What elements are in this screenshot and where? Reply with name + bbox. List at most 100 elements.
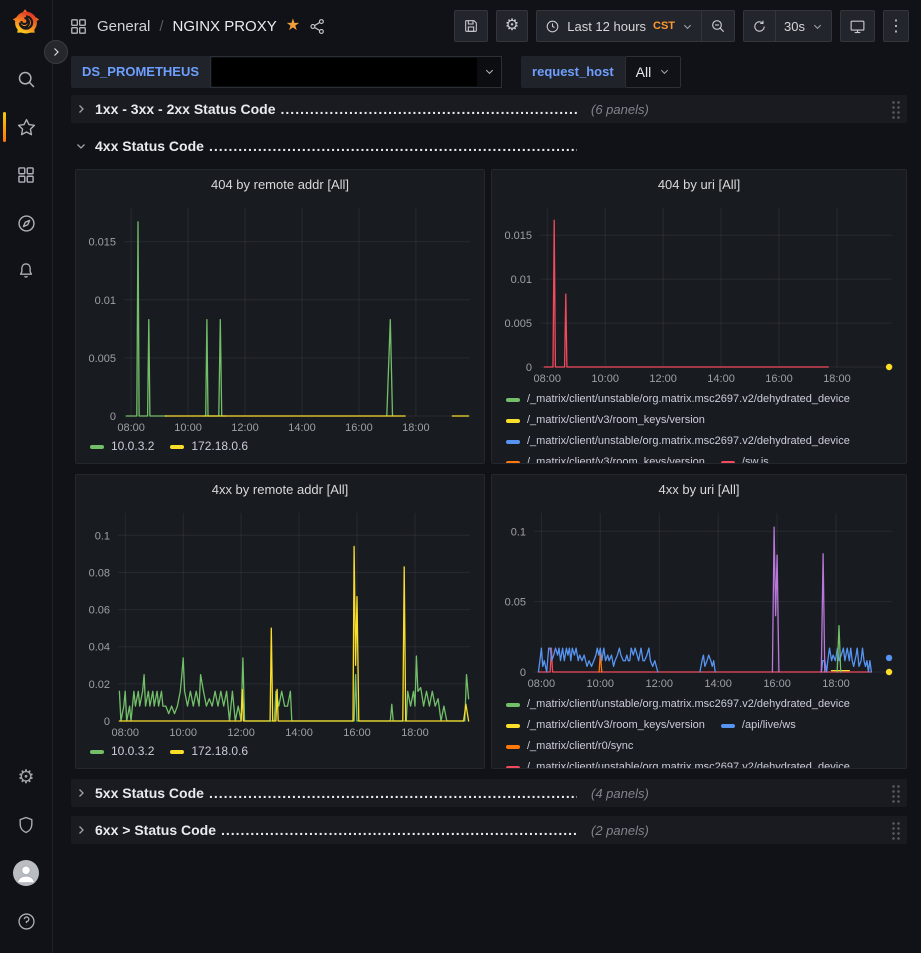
row-title: 4xx Status Code <box>95 138 204 154</box>
request-host-select[interactable]: All <box>625 56 682 88</box>
ds-prometheus-select[interactable] <box>210 56 502 88</box>
legend-item[interactable]: /_matrix/client/unstable/org.matrix.msc2… <box>506 389 850 410</box>
sidebar-item-starred[interactable] <box>0 103 52 151</box>
top-navbar: General / NGINX PROXY ★ ⚙ <box>53 0 921 52</box>
variable-label: DS_PROMETHEUS <box>71 56 210 88</box>
sidebar-item-help[interactable] <box>0 897 52 945</box>
sidebar-item-server-admin[interactable] <box>0 801 52 849</box>
chevron-right-icon <box>75 787 87 799</box>
legend-series-label: /api/live/ws <box>742 715 796 736</box>
avatar <box>13 860 39 886</box>
sidebar-item-profile[interactable] <box>0 849 52 897</box>
chart-area[interactable]: 08:0010:0012:0014:0016:0018:0000.0050.01… <box>76 198 484 436</box>
svg-text:10:00: 10:00 <box>587 678 615 690</box>
grafana-logo[interactable] <box>12 9 40 37</box>
legend-item[interactable]: /_matrix/client/unstable/org.matrix.msc2… <box>506 694 850 715</box>
gear-icon: ⚙ <box>17 768 34 787</box>
legend-series-label: /sw.js <box>742 452 769 463</box>
row-panel-count: (2 panels) <box>591 823 649 838</box>
row-4xx[interactable]: 4xx Status Code ........................… <box>71 132 907 160</box>
time-range-picker[interactable]: Last 12 hours CST <box>536 10 702 42</box>
row-drag-handle[interactable] <box>891 100 901 119</box>
svg-text:0.06: 0.06 <box>89 605 110 617</box>
legend-item[interactable]: /_matrix/client/v3/room_keys/version <box>506 715 705 736</box>
chevron-down-icon <box>75 140 87 152</box>
share-icon[interactable] <box>309 18 326 35</box>
chevron-right-icon <box>75 824 87 836</box>
legend-item[interactable]: 172.18.0.6 <box>170 741 248 762</box>
row-5xx[interactable]: 5xx Status Code ........................… <box>71 779 907 807</box>
timezone-label: CST <box>653 20 675 32</box>
legend-series-dash <box>506 766 520 769</box>
refresh-button[interactable] <box>743 10 776 42</box>
panel-title[interactable]: 404 by remote addr [All] <box>76 170 484 198</box>
kebab-icon: ⋮ <box>888 16 904 36</box>
chevron-right-icon <box>50 46 62 58</box>
chart-area[interactable]: 08:0010:0012:0014:0016:0018:0000.020.040… <box>76 503 484 741</box>
chevron-down-icon <box>659 66 670 77</box>
row-title: 5xx Status Code <box>95 785 204 801</box>
legend-item[interactable]: /_matrix/client/v3/room_keys/version <box>506 452 705 463</box>
save-dashboard-button[interactable] <box>454 10 488 42</box>
legend-series-dash <box>170 445 184 449</box>
dashboard-title[interactable]: NGINX PROXY <box>173 18 277 35</box>
legend-item[interactable]: /api/live/ws <box>721 715 796 736</box>
legend-item[interactable]: /_matrix/client/v3/room_keys/version <box>506 410 705 431</box>
legend-series-dash <box>506 440 520 444</box>
chart-area[interactable]: 08:0010:0012:0014:0016:0018:0000.0050.01… <box>492 198 906 387</box>
chevron-down-icon <box>812 21 823 32</box>
legend-item[interactable]: /_matrix/client/unstable/org.matrix.msc2… <box>506 757 850 768</box>
svg-text:16:00: 16:00 <box>345 422 373 434</box>
row-6xx[interactable]: 6xx > Status Code ......................… <box>71 816 907 844</box>
sidebar-item-dashboards[interactable] <box>0 151 52 199</box>
sidebar-item-configuration[interactable]: ⚙ <box>0 753 52 801</box>
legend-series-label: 10.0.3.2 <box>111 741 154 762</box>
legend-series-label: /_matrix/client/unstable/org.matrix.msc2… <box>527 389 850 410</box>
panel-legend: 10.0.3.2 172.18.0.6 <box>76 436 484 463</box>
legend-item[interactable]: 172.18.0.6 <box>170 436 248 457</box>
zoom-out-icon <box>710 18 726 34</box>
favorite-star-icon[interactable]: ★ <box>286 18 300 34</box>
chart-area[interactable]: 08:0010:0012:0014:0016:0018:0000.050.1 <box>492 503 906 692</box>
request-host-value: All <box>636 64 652 80</box>
legend-series-label: /_matrix/client/v3/room_keys/version <box>527 715 705 736</box>
more-options-button[interactable]: ⋮ <box>883 10 909 42</box>
refresh-icon <box>752 19 767 34</box>
svg-text:0.08: 0.08 <box>89 567 110 579</box>
panel-title[interactable]: 4xx by remote addr [All] <box>76 475 484 503</box>
legend-item[interactable]: /_matrix/client/unstable/org.matrix.msc2… <box>506 431 850 452</box>
kiosk-mode-button[interactable] <box>840 10 875 42</box>
svg-text:16:00: 16:00 <box>763 678 791 690</box>
sidebar-expand-button[interactable] <box>44 40 68 64</box>
svg-text:14:00: 14:00 <box>288 422 316 434</box>
legend-item[interactable]: 10.0.3.2 <box>90 436 154 457</box>
svg-text:10:00: 10:00 <box>591 373 619 385</box>
legend-item[interactable]: /_matrix/client/r0/sync <box>506 736 633 757</box>
row-drag-handle[interactable] <box>891 821 901 840</box>
row-1xx-3xx-2xx[interactable]: 1xx - 3xx - 2xx Status Code ............… <box>71 95 907 123</box>
row-title-group: 5xx Status Code ........................… <box>95 785 577 801</box>
refresh-interval-dropdown[interactable]: 30s <box>776 10 832 42</box>
sidebar-item-alerting[interactable] <box>0 247 52 295</box>
svg-text:0.04: 0.04 <box>89 642 110 654</box>
sidebar-item-explore[interactable] <box>0 199 52 247</box>
breadcrumb-folder[interactable]: General <box>97 18 150 35</box>
time-controls: Last 12 hours CST <box>536 10 735 42</box>
dashboard-settings-button[interactable]: ⚙ <box>496 10 528 42</box>
toolbar: ⚙ Last 12 hours CST <box>454 10 909 42</box>
row-drag-handle[interactable] <box>891 784 901 803</box>
panel-title[interactable]: 4xx by uri [All] <box>492 475 906 503</box>
panel-title[interactable]: 404 by uri [All] <box>492 170 906 198</box>
compass-icon <box>16 213 37 234</box>
dashboard-body: 1xx - 3xx - 2xx Status Code ............… <box>53 95 921 953</box>
panel-4xx-by-remote-addr: 4xx by remote addr [All] 08:0010:0012:00… <box>75 474 485 769</box>
legend-item[interactable]: 10.0.3.2 <box>90 741 154 762</box>
gear-icon: ⚙ <box>505 18 519 34</box>
sidebar-item-search[interactable] <box>0 55 52 103</box>
zoom-out-time-button[interactable] <box>702 10 735 42</box>
legend-item[interactable]: /sw.js <box>721 452 769 463</box>
apps-grid-icon <box>16 165 36 185</box>
svg-text:14:00: 14:00 <box>704 678 732 690</box>
svg-text:12:00: 12:00 <box>231 422 259 434</box>
row-title-dots: ........................................… <box>209 138 577 154</box>
